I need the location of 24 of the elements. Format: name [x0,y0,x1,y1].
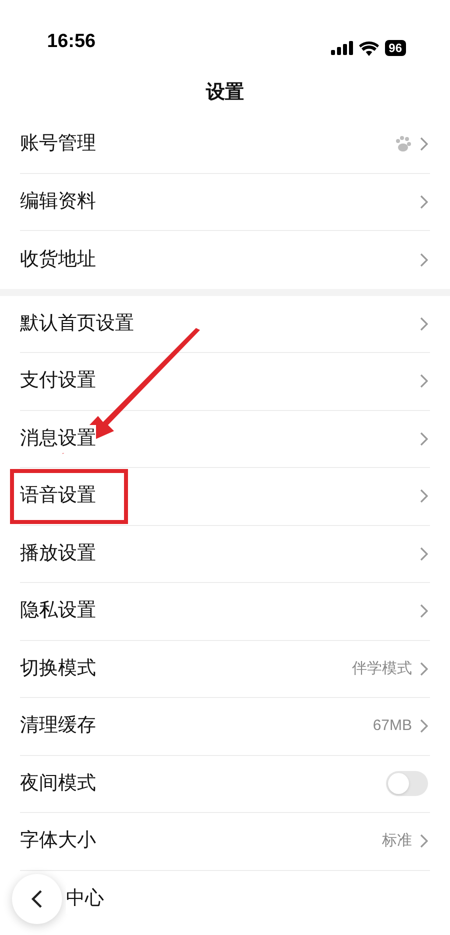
chevron-right-icon [420,546,428,561]
signal-icon [330,41,353,55]
chevron-right-icon [420,137,428,152]
back-button[interactable] [12,874,62,924]
chevron-right-icon [420,432,428,446]
chevron-right-icon [420,662,428,676]
setting-value: 67MB [372,716,412,736]
chevron-right-icon [420,316,428,331]
toggle-switch[interactable] [386,771,428,796]
chevron-right-icon [420,489,428,504]
chevron-right-icon [420,252,428,267]
chevron-right-icon [420,719,428,734]
paw-icon [394,135,412,154]
chevron-right-icon [420,604,428,618]
wifi-icon [358,40,379,56]
setting-label[interactable]: 消息设置 [20,424,96,453]
chevron-right-icon [420,374,428,388]
setting-value: 标准 [382,831,412,851]
battery-icon: 96 [384,40,406,56]
chevron-right-icon [420,194,428,209]
status-time: 16:56 [47,30,96,54]
setting-value: 伴学模式 [352,658,412,678]
chevron-right-icon [420,834,428,848]
page-title: 设置 [206,80,244,105]
